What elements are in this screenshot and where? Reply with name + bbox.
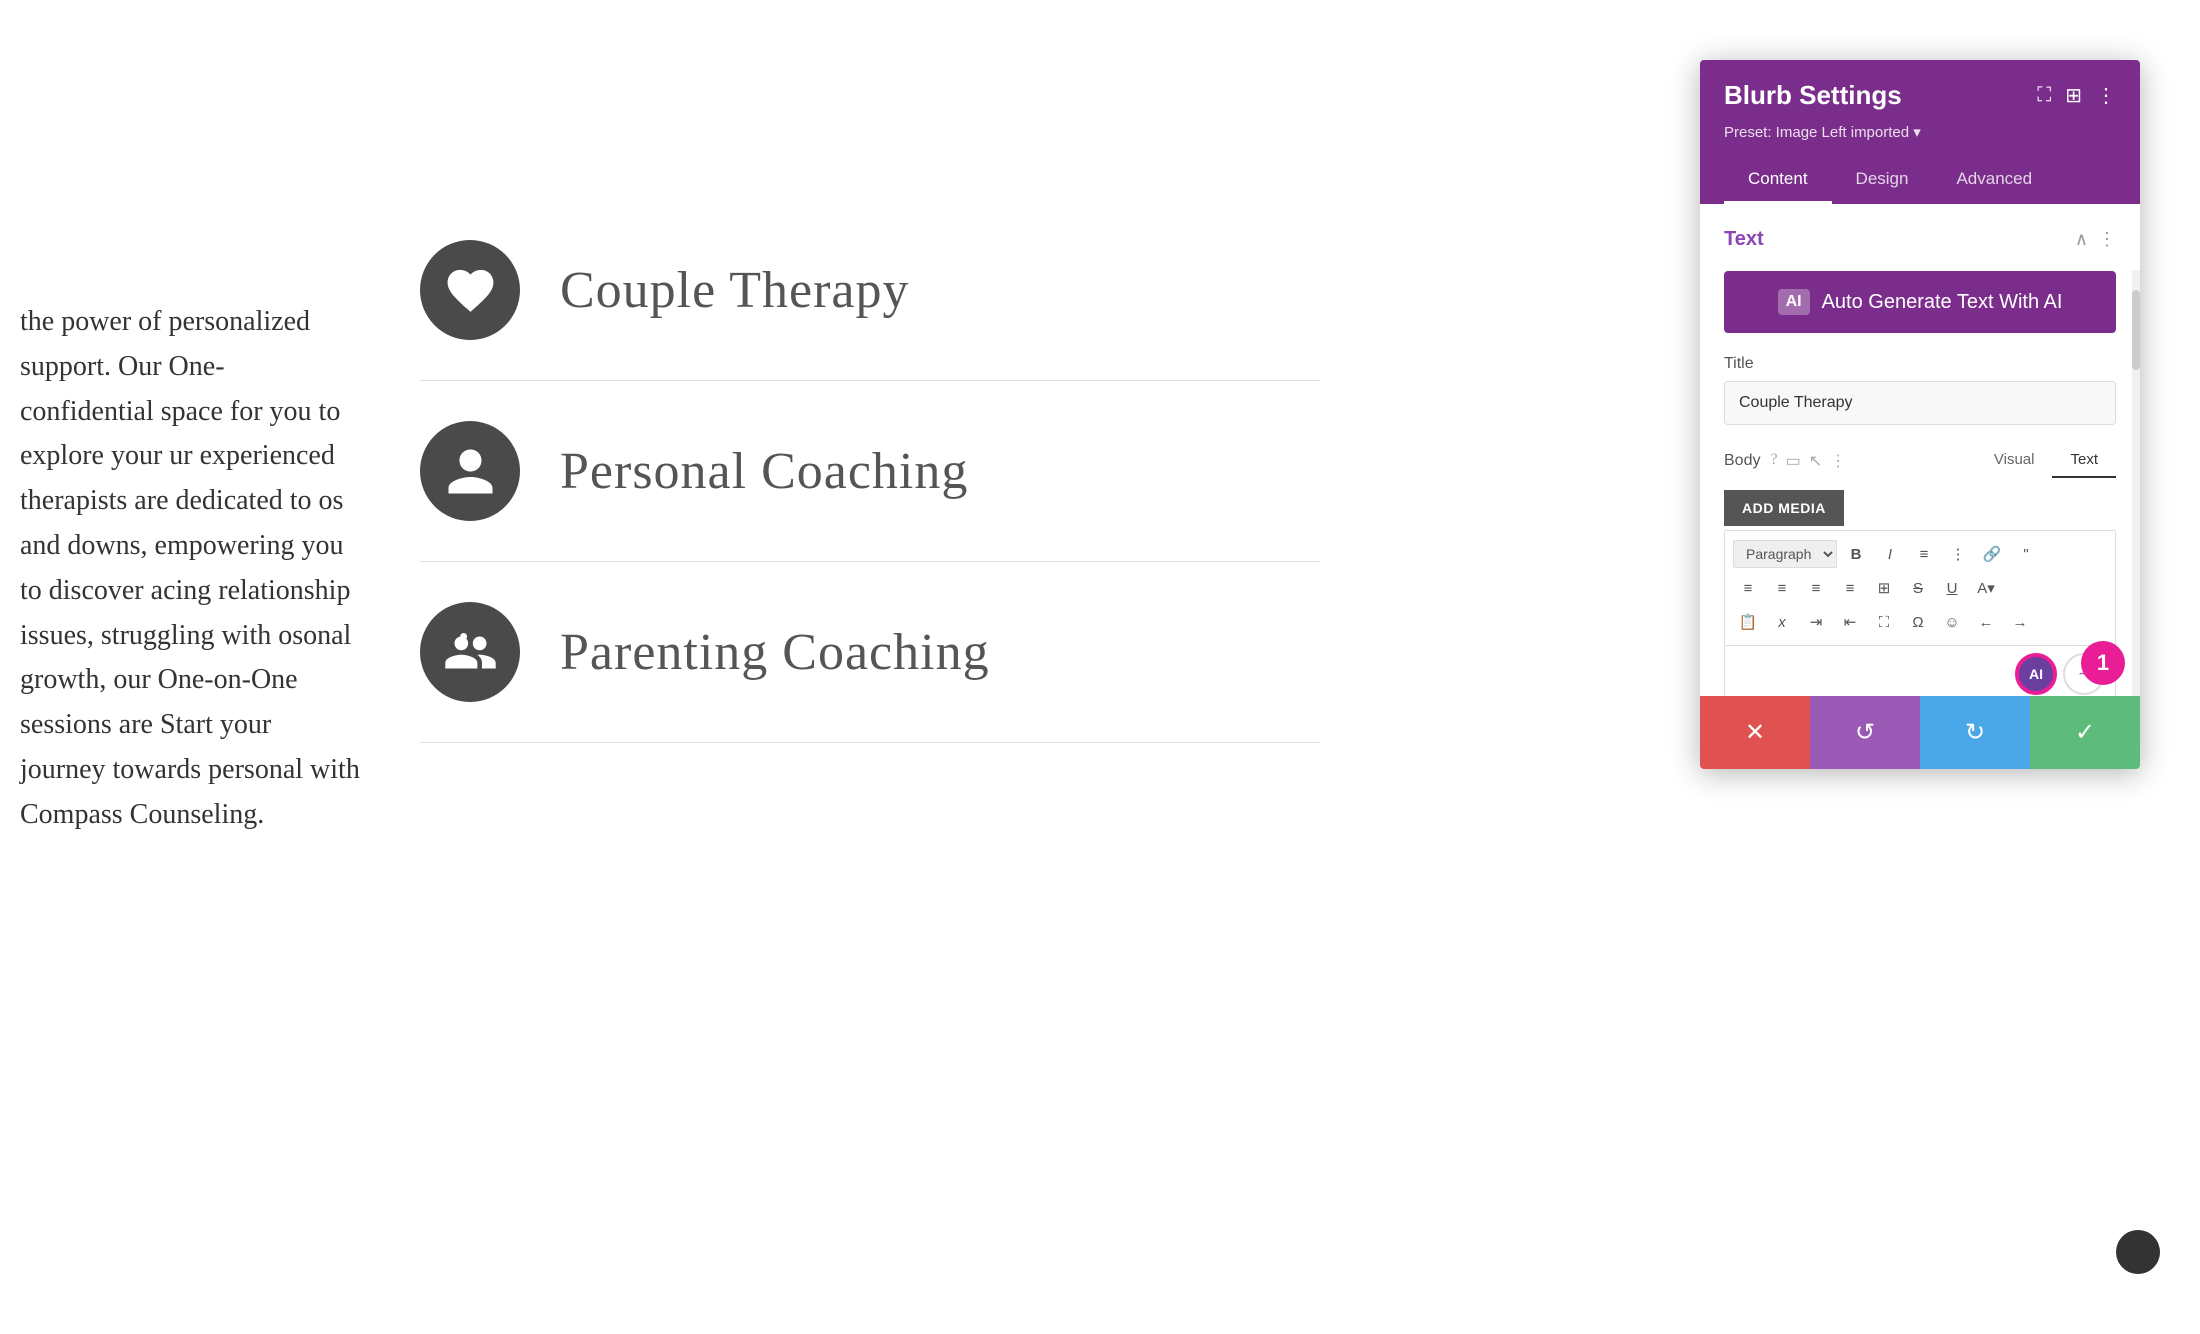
undo-editor-button[interactable]: ← xyxy=(1971,607,2001,637)
tab-advanced[interactable]: Advanced xyxy=(1932,157,2056,204)
parenting-coaching-label: Parenting Coaching xyxy=(560,623,990,682)
cancel-button[interactable]: ✕ xyxy=(1700,696,1810,769)
table-button[interactable]: ⊞ xyxy=(1869,573,1899,603)
panel-tabs: Content Design Advanced xyxy=(1724,157,2116,204)
paragraph-select[interactable]: Paragraph xyxy=(1733,540,1837,568)
editor-mode-tabs: Visual Text xyxy=(1976,443,2116,478)
couple-therapy-label: Couple Therapy xyxy=(560,261,910,320)
personal-coaching-icon xyxy=(420,421,520,521)
panel-title: Blurb Settings xyxy=(1724,80,1902,111)
family-icon xyxy=(443,625,498,680)
collapse-icon[interactable]: ∧ xyxy=(2075,229,2088,250)
scrollbar-track[interactable] xyxy=(2132,270,2140,709)
person-icon xyxy=(443,444,498,499)
ai-inline-icon-label: AI xyxy=(2029,666,2043,682)
align-right-button[interactable]: ≡ xyxy=(1801,573,1831,603)
personal-coaching-label: Personal Coaching xyxy=(560,442,968,501)
strikethrough-button[interactable]: S xyxy=(1903,573,1933,603)
more-icon[interactable]: ⋮ xyxy=(2096,83,2116,108)
link-button[interactable]: 🔗 xyxy=(1977,539,2007,569)
services-list: Couple Therapy Personal Coaching Parenti… xyxy=(420,200,1320,743)
section-controls: ∧ ⋮ xyxy=(2075,229,2116,250)
text-section-title: Text xyxy=(1724,228,1764,251)
list-item: Parenting Coaching xyxy=(420,562,1320,743)
undo-button[interactable]: ↺ xyxy=(1810,696,1920,769)
emoji-button[interactable]: ☺ xyxy=(1937,607,1967,637)
panel-header-icons: ⛶ ⊞ ⋮ xyxy=(2037,83,2116,108)
body-paragraph: the power of personalized support. Our O… xyxy=(20,306,360,830)
couple-therapy-icon xyxy=(420,240,520,340)
indent-button[interactable]: ⇥ xyxy=(1801,607,1831,637)
body-label: Body xyxy=(1724,452,1760,470)
cursor-icon xyxy=(2116,1230,2160,1274)
tab-design[interactable]: Design xyxy=(1832,157,1933,204)
ai-button-label: Auto Generate Text With AI xyxy=(1822,291,2063,314)
title-input[interactable] xyxy=(1724,381,2116,425)
left-body-text: the power of personalized support. Our O… xyxy=(0,280,380,858)
text-section-header: Text ∧ ⋮ xyxy=(1724,228,2116,251)
scrollbar-thumb[interactable] xyxy=(2132,290,2140,370)
redo-editor-button[interactable]: → xyxy=(2005,607,2035,637)
align-center-button[interactable]: ≡ xyxy=(1767,573,1797,603)
unordered-list-button[interactable]: ≡ xyxy=(1909,539,1939,569)
help-icon[interactable]: ? xyxy=(1770,451,1777,471)
panel-header: Blurb Settings ⛶ ⊞ ⋮ Preset: Image Left … xyxy=(1700,60,2140,204)
step-badge: 1 xyxy=(2081,641,2125,685)
diagonal-arrow-icon xyxy=(2127,1241,2149,1263)
ai-generate-button[interactable]: AI Auto Generate Text With AI xyxy=(1724,271,2116,333)
panel-preset[interactable]: Preset: Image Left imported ▾ xyxy=(1724,123,2116,141)
tab-text[interactable]: Text xyxy=(2052,443,2116,478)
tab-visual[interactable]: Visual xyxy=(1976,443,2053,478)
body-options-icon[interactable]: ⋮ xyxy=(1830,451,1846,471)
save-button[interactable]: ✓ xyxy=(2030,696,2140,769)
ai-icon: AI xyxy=(1778,289,1810,315)
title-field-label: Title xyxy=(1724,355,2116,373)
clear-format-button[interactable]: x xyxy=(1767,607,1797,637)
toolbar-row-3: 📋 x ⇥ ⇤ ⛶ Ω ☺ ← → xyxy=(1733,607,2107,637)
add-media-button[interactable]: ADD MEDIA xyxy=(1724,490,1844,526)
body-row: Body ? ▭ ↖ ⋮ Visual Text xyxy=(1724,443,2116,478)
toolbar-row-2: ≡ ≡ ≡ ≡ ⊞ S U A▾ xyxy=(1733,573,2107,603)
tab-content[interactable]: Content xyxy=(1724,157,1832,204)
parenting-coaching-icon xyxy=(420,602,520,702)
redo-button[interactable]: ↻ xyxy=(1920,696,2030,769)
section-options-icon[interactable]: ⋮ xyxy=(2098,229,2116,250)
blockquote-button[interactable]: " xyxy=(2011,539,2041,569)
cursor-arrow-icon[interactable]: ↖ xyxy=(1809,451,1822,471)
ai-inline-controls: AI ~ 1 xyxy=(2015,653,2105,695)
ordered-list-button[interactable]: ⋮ xyxy=(1943,539,1973,569)
heart-icon xyxy=(443,263,498,318)
bold-button[interactable]: B xyxy=(1841,539,1871,569)
toolbar-row-1: Paragraph B I ≡ ⋮ 🔗 " xyxy=(1733,539,2107,569)
align-justify-button[interactable]: ≡ xyxy=(1835,573,1865,603)
italic-button[interactable]: I xyxy=(1875,539,1905,569)
ai-inline-button[interactable]: AI xyxy=(2015,653,2057,695)
omega-button[interactable]: Ω xyxy=(1903,607,1933,637)
mobile-icon[interactable]: ▭ xyxy=(1786,451,1801,471)
bottom-bar: ✕ ↺ ↻ ✓ xyxy=(1700,696,2140,769)
editor-toolbar: Paragraph B I ≡ ⋮ 🔗 " ≡ ≡ ≡ ≡ ⊞ S U A▾ xyxy=(1724,530,2116,646)
body-icons: ? ▭ ↖ ⋮ xyxy=(1770,451,1846,471)
paste-button[interactable]: 📋 xyxy=(1733,607,1763,637)
underline-button[interactable]: U xyxy=(1937,573,1967,603)
list-item: Couple Therapy xyxy=(420,200,1320,381)
font-color-button[interactable]: A▾ xyxy=(1971,573,2001,603)
align-left-button[interactable]: ≡ xyxy=(1733,573,1763,603)
add-media-row: ADD MEDIA xyxy=(1724,490,2116,526)
panel-header-top: Blurb Settings ⛶ ⊞ ⋮ xyxy=(1724,80,2116,111)
panel-body: Text ∧ ⋮ AI Auto Generate Text With AI T… xyxy=(1700,204,2140,769)
outdent-button[interactable]: ⇤ xyxy=(1835,607,1865,637)
fullscreen-editor-button[interactable]: ⛶ xyxy=(1869,607,1899,637)
fullscreen-icon[interactable]: ⛶ xyxy=(2037,84,2051,107)
settings-panel: Blurb Settings ⛶ ⊞ ⋮ Preset: Image Left … xyxy=(1700,60,2140,769)
list-item: Personal Coaching xyxy=(420,381,1320,562)
columns-icon[interactable]: ⊞ xyxy=(2065,83,2082,108)
